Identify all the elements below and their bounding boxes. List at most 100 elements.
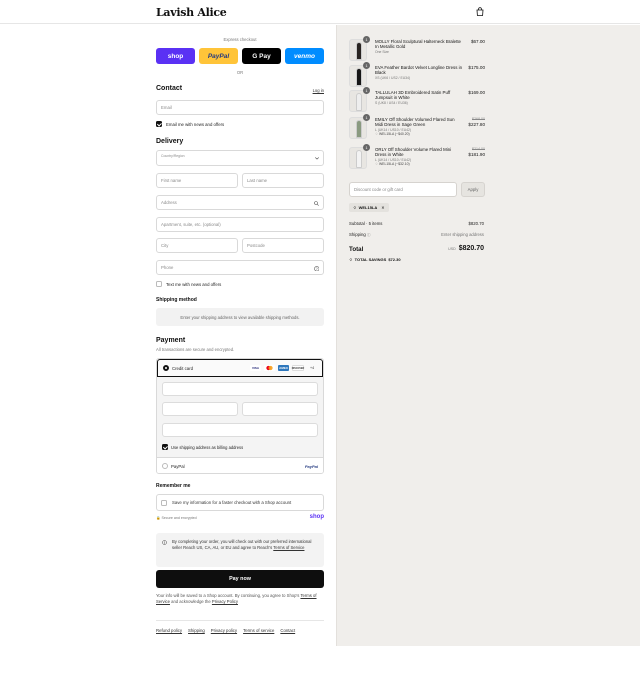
help-icon[interactable]: ? [313, 265, 320, 272]
order-item: 1 MOLLY Floral Sculptural Halterneck Bral… [349, 36, 485, 63]
product-variant: One Size [375, 49, 389, 54]
footer-privacy-link[interactable]: Privacy policy [211, 628, 237, 633]
product-price: $181.90 [468, 152, 485, 158]
brand-logo[interactable]: Lavish Alice [156, 6, 227, 19]
footer-shipping-link[interactable]: Shipping [188, 628, 205, 633]
payment-title: Payment [156, 337, 186, 344]
text-news-checkbox[interactable] [156, 281, 162, 287]
footer-divider [156, 620, 324, 621]
login-link[interactable]: Log in [313, 88, 324, 93]
chevron-down-icon [315, 157, 319, 160]
address-field[interactable]: Address [156, 195, 324, 210]
city-field[interactable]: City [156, 238, 238, 253]
phone-field[interactable]: Phone ? [156, 260, 324, 275]
quantity-badge: 1 [363, 144, 370, 151]
product-name: TALLULAH 3D Embroidered Satin Puff Jumps… [375, 90, 451, 101]
last-name-field[interactable]: Last name [242, 173, 324, 188]
payment-subtitle: All transactions are secure and encrypte… [156, 347, 235, 352]
pay-now-button[interactable]: Pay now [156, 570, 324, 588]
remember-option[interactable]: Save my information for a faster checkou… [156, 494, 324, 511]
card-expiry-field[interactable] [162, 402, 238, 416]
order-summary: 1 MOLLY Floral Sculptural Halterneck Bral… [336, 25, 640, 646]
paypal-label: PayPal [171, 464, 185, 469]
info-icon [162, 540, 167, 545]
total-amount: USD $820.70 [448, 245, 484, 252]
shopping-bag-icon[interactable] [476, 7, 484, 16]
product-name: ORLY Off Shoulder Volume Flared Mini Dre… [375, 147, 452, 158]
shop-pay-button[interactable]: shop [156, 48, 195, 64]
card-name-field[interactable] [162, 423, 318, 437]
footer-terms-link[interactable]: Terms of service [243, 628, 274, 633]
text-news-label: Text me with news and offers [166, 281, 222, 287]
remember-title: Remember me [156, 483, 191, 489]
product-name: EMILY Off Shoulder Volumed Flared Sun Mi… [375, 117, 455, 128]
product-price: $169.00 [468, 90, 485, 95]
venmo-button[interactable]: venmo [285, 48, 324, 64]
discover-icon: DISCOVER [291, 365, 305, 371]
visa-icon: VISA [250, 365, 261, 371]
reach-terms-link[interactable]: Terms of Service [273, 545, 304, 550]
help-icon[interactable]: ⓘ [367, 233, 371, 237]
express-buttons: shop PayPal G Pay venmo [156, 48, 324, 64]
paypal-radio[interactable] [162, 463, 168, 469]
order-item: 1 EVA Feather Bardot Velvet Longline Dres… [349, 62, 485, 89]
billing-same-checkbox[interactable] [162, 444, 168, 450]
paypal-button[interactable]: PayPal [199, 48, 238, 64]
delivery-title: Delivery [156, 138, 184, 145]
shop-legal: Your info will be saved to a Shop accoun… [156, 593, 317, 604]
subtotal-value: $820.70 [468, 221, 484, 226]
product-variant: S (UK8 / US4 / EU36) [375, 100, 408, 105]
search-icon [314, 201, 319, 206]
discount-tag: ♢ WEL15LA ✕ [349, 203, 389, 212]
country-select[interactable]: Country/Region [156, 150, 324, 166]
billing-same-label: Use shipping address as billing address [171, 444, 244, 450]
card-number-field[interactable] [162, 382, 318, 396]
first-name-field[interactable]: First name [156, 173, 238, 188]
amex-icon: AMEX [278, 365, 289, 371]
email-field[interactable]: Email [156, 100, 324, 115]
remove-discount-icon[interactable]: ✕ [381, 205, 384, 210]
total-label: Total [349, 246, 364, 253]
shipping-method-title: Shipping method [156, 297, 197, 303]
footer-contact-link[interactable]: Contact [280, 628, 295, 633]
express-checkout-label: Express checkout [223, 37, 257, 42]
shipping-value: Enter shipping address [441, 232, 484, 237]
shop-privacy-link[interactable]: Privacy Policy [212, 599, 238, 604]
google-pay-button[interactable]: G Pay [242, 48, 281, 64]
apply-discount-button[interactable]: Apply [461, 182, 485, 197]
currency-code: USD [448, 247, 456, 251]
product-price: $67.00 [470, 39, 485, 44]
postcode-field[interactable]: Postcode [242, 238, 324, 253]
tag-icon: ♢ [353, 205, 357, 210]
svg-text:?: ? [315, 267, 317, 271]
credit-card-option[interactable]: Credit card VISA AMEX DISCOVER +4 [157, 359, 323, 377]
header: Lavish Alice [0, 0, 640, 24]
more-cards-badge: +4 [310, 365, 315, 370]
order-item: 1 ORLY Off Shoulder Volume Flared Mini Dr… [349, 144, 485, 171]
lock-icon: 🔒 [156, 516, 161, 520]
credit-card-label: Credit card [172, 366, 194, 371]
email-news-checkbox[interactable] [156, 121, 162, 127]
quantity-badge: 1 [363, 36, 370, 43]
contact-title: Contact [156, 85, 183, 92]
quantity-badge: 1 [363, 62, 370, 69]
subtotal-label: Subtotal · 5 items [349, 221, 383, 226]
tag-icon: ♢ [349, 257, 353, 262]
save-info-checkbox[interactable] [161, 499, 167, 506]
email-news-label: Email me with news and offers [166, 121, 225, 127]
footer-links: Refund policy Shipping Privacy policy Te… [156, 628, 324, 633]
apartment-field[interactable]: Apartment, suite, etc. (optional) [156, 217, 324, 232]
product-price: $175.00 [468, 65, 485, 70]
credit-card-radio[interactable] [163, 365, 169, 371]
paypal-logo-icon: PayPal [304, 464, 318, 469]
shop-logo: shop [309, 514, 324, 520]
shipping-label: Shipping ⓘ [349, 232, 371, 237]
paypal-option[interactable]: PayPal PayPal [157, 457, 323, 473]
reach-notice: By completing your order, you will check… [156, 533, 324, 567]
quantity-badge: 1 [363, 114, 370, 121]
card-cvv-field[interactable] [242, 402, 318, 416]
footer-refund-link[interactable]: Refund policy [156, 628, 182, 633]
item-discount: ♢ WEL15LA (−$32.10) [375, 162, 410, 167]
shipping-method-placeholder: Enter your shipping address to view avai… [156, 308, 324, 326]
discount-code-field[interactable]: Discount code or gift card [349, 182, 457, 197]
